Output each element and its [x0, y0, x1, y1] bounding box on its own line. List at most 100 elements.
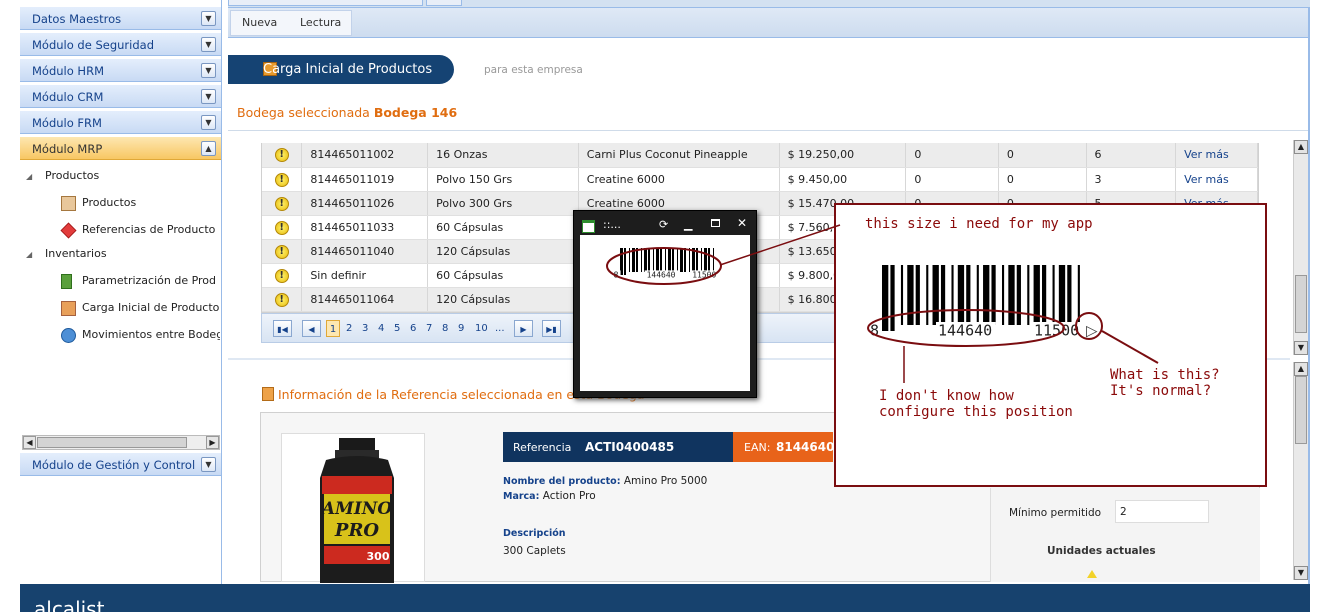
- annotation-connector: [719, 224, 841, 266]
- cell-code: 814465011002: [301, 143, 429, 168]
- first-page-icon[interactable]: ▮◀: [273, 320, 292, 337]
- tree-item-movimientos[interactable]: Movimientos entre Bodeg: [20, 325, 220, 347]
- tree-group-productos[interactable]: ◢ Productos: [20, 168, 220, 190]
- tree-expand-icon[interactable]: ◢: [26, 250, 32, 259]
- sidebar-section-hrm[interactable]: Módulo HRM ▼: [20, 58, 221, 82]
- chevron-down-icon[interactable]: ▼: [201, 457, 216, 472]
- minimize-icon[interactable]: ▁: [684, 218, 692, 231]
- chevron-down-icon[interactable]: ▼: [201, 63, 216, 78]
- page-link[interactable]: 7: [426, 320, 432, 337]
- tree-expand-icon[interactable]: ◢: [26, 172, 32, 181]
- chevron-up-icon[interactable]: ▲: [201, 141, 216, 156]
- tree-item-productos[interactable]: Productos: [20, 193, 220, 215]
- sidebar-section-frm[interactable]: Módulo FRM ▼: [20, 110, 221, 134]
- cell-size: 120 Cápsulas: [427, 239, 579, 264]
- battery-icon: [61, 274, 72, 289]
- page-link-current[interactable]: 1: [326, 320, 340, 337]
- sidebar-horizontal-scrollbar[interactable]: ◀ ▶: [22, 435, 220, 450]
- chevron-down-icon[interactable]: ▼: [201, 89, 216, 104]
- page-link[interactable]: 6: [410, 320, 416, 337]
- divider: [228, 130, 1308, 131]
- section-label: Módulo CRM: [32, 90, 104, 104]
- cell-action[interactable]: Ver más: [1175, 167, 1258, 192]
- document-icon: [262, 387, 274, 401]
- desc-value: 300 Caplets: [503, 545, 566, 557]
- toolbar: Nueva Lectura: [228, 8, 1310, 38]
- bodega-value: Bodega 146: [373, 105, 458, 120]
- sidebar-section-crm[interactable]: Módulo CRM ▼: [20, 84, 221, 108]
- sidebar-section-datos-maestros[interactable]: Datos Maestros ▼: [20, 6, 221, 30]
- scroll-up-icon[interactable]: ▲: [1294, 362, 1308, 376]
- tree-item-carga[interactable]: Carga Inicial de Producto: [20, 298, 220, 320]
- prev-page-icon[interactable]: ◀: [302, 320, 321, 337]
- scroll-right-icon[interactable]: ▶: [206, 436, 219, 449]
- last-page-icon[interactable]: ▶▮: [542, 320, 561, 337]
- cell-name: Carni Plus Coconut Pineapple: [578, 143, 780, 168]
- page-link-more[interactable]: ...: [495, 320, 505, 337]
- minimo-label: Mínimo permitido: [1009, 507, 1102, 519]
- window-title: ::...: [603, 218, 621, 231]
- chevron-down-icon[interactable]: ▼: [201, 37, 216, 52]
- chevron-down-icon[interactable]: ▼: [201, 115, 216, 130]
- page-link[interactable]: 8: [442, 320, 448, 337]
- scroll-thumb[interactable]: [37, 437, 187, 448]
- tab-strip: [228, 0, 1310, 8]
- row-status-cell: !: [262, 287, 303, 312]
- warning-icon: !: [274, 172, 289, 187]
- page-link[interactable]: 10: [475, 320, 488, 337]
- tree-group-inventarios[interactable]: ◢ Inventarios: [20, 246, 220, 268]
- table-row[interactable]: ! 814465011002 16 Onzas Carni Plus Coconut …: [262, 143, 1258, 168]
- warning-icon: !: [274, 292, 289, 307]
- scroll-left-icon[interactable]: ◀: [23, 436, 36, 449]
- right-border: [1308, 8, 1310, 584]
- tree-item-parametrizacion[interactable]: Parametrización de Prod: [20, 271, 220, 293]
- sidebar-section-gestion[interactable]: Módulo de Gestión y Control ▼: [20, 452, 221, 476]
- nueva-button[interactable]: Nueva: [234, 13, 285, 33]
- grid-vertical-scrollbar[interactable]: ▲ ▼: [1293, 140, 1308, 355]
- page-link[interactable]: 3: [362, 320, 368, 337]
- scroll-down-icon[interactable]: ▼: [1294, 566, 1308, 580]
- ean-label: EAN:: [744, 441, 771, 454]
- section-label: Módulo FRM: [32, 116, 102, 130]
- marca-value: Action Pro: [542, 490, 596, 502]
- row-status-cell: !: [262, 239, 303, 264]
- cell-c3: 6: [1086, 143, 1177, 168]
- ref-value: ACTI0400485: [585, 440, 675, 454]
- next-page-icon[interactable]: ▶: [514, 320, 533, 337]
- page-title: Carga Inicial de Productos: [263, 62, 433, 77]
- tab[interactable]: [228, 0, 423, 6]
- tree-group-label: Productos: [45, 169, 100, 182]
- desc-label: Descripción: [503, 528, 566, 539]
- sidebar-section-mrp[interactable]: Módulo MRP ▲: [20, 136, 221, 160]
- cell-size: Polvo 150 Grs: [427, 167, 579, 192]
- warning-icon: !: [274, 268, 289, 283]
- refresh-icon[interactable]: ⟳: [659, 218, 668, 231]
- info-vertical-scrollbar[interactable]: ▲ ▼: [1293, 362, 1308, 580]
- page-link[interactable]: 4: [378, 320, 384, 337]
- minimo-field[interactable]: 2: [1115, 500, 1209, 523]
- sidebar-section-seguridad[interactable]: Módulo de Seguridad ▼: [20, 32, 221, 56]
- cell-price: $ 9.450,00: [779, 167, 907, 192]
- nombre-value: Amino Pro 5000: [623, 475, 708, 487]
- stock-panel: Mínimo permitido 2 Unidades actuales: [990, 488, 1260, 582]
- scroll-down-icon[interactable]: ▼: [1294, 341, 1308, 355]
- annotation-marks: [867, 309, 1159, 383]
- cell-action[interactable]: Ver más: [1175, 143, 1258, 168]
- page-link[interactable]: 9: [458, 320, 464, 337]
- table-row[interactable]: ! 814465011019 Polvo 150 Grs Creatine 6000 $…: [262, 167, 1258, 192]
- annotation-box: this size i need for my app 8 144640 11500…: [834, 203, 1267, 487]
- page-link[interactable]: 2: [346, 320, 352, 337]
- scroll-thumb[interactable]: [1295, 275, 1307, 333]
- left-edge: [0, 0, 20, 584]
- ref-label: Referencia: [513, 441, 572, 454]
- scroll-thumb[interactable]: [1295, 376, 1307, 444]
- section-label: Datos Maestros: [32, 12, 122, 26]
- svg-text:PRO: PRO: [334, 520, 379, 541]
- tree-item-label: Referencias de Producto: [82, 223, 216, 236]
- scroll-up-icon[interactable]: ▲: [1294, 140, 1308, 154]
- page-link[interactable]: 5: [394, 320, 400, 337]
- lectura-button[interactable]: Lectura: [292, 13, 349, 33]
- tree-item-referencias[interactable]: Referencias de Producto: [20, 220, 220, 242]
- tab[interactable]: [426, 0, 462, 6]
- chevron-down-icon[interactable]: ▼: [201, 11, 216, 26]
